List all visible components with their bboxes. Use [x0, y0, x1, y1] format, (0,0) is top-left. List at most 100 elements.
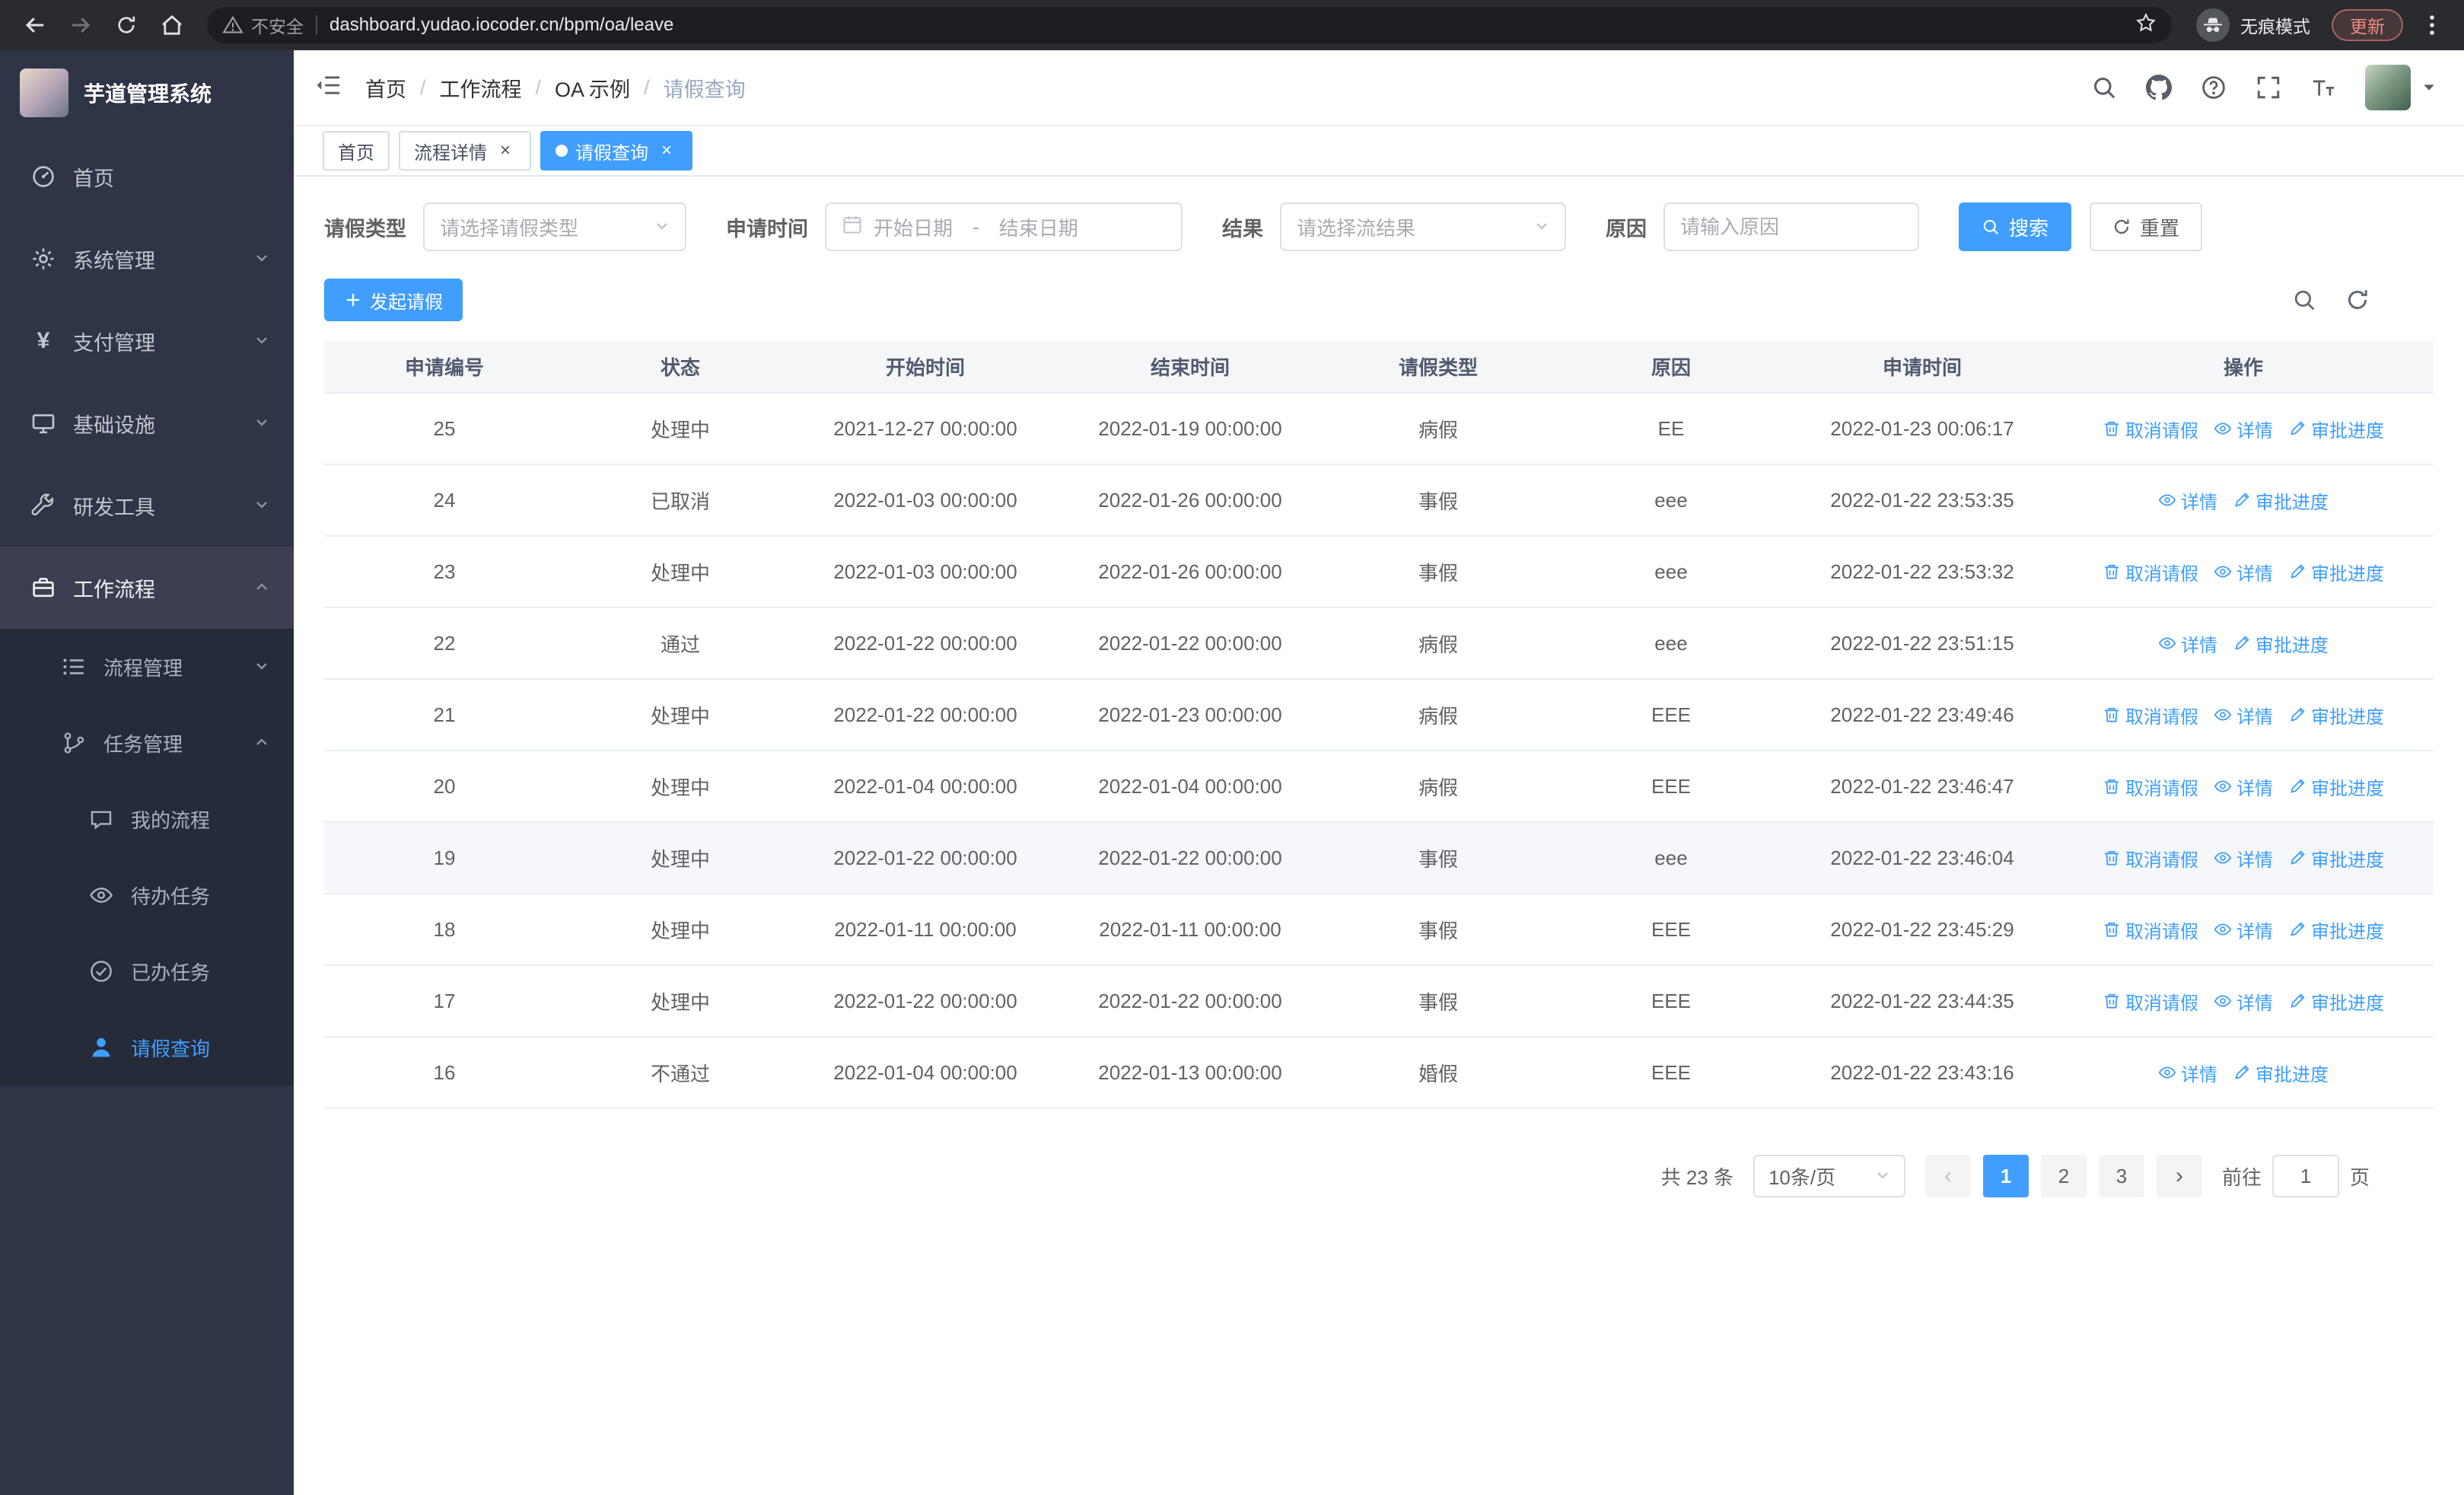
- sidebar-collapse-icon[interactable]: [315, 72, 341, 104]
- cancel-action-link[interactable]: 取消请假: [2103, 988, 2198, 1015]
- detail-action-link[interactable]: 详情: [2158, 487, 2217, 514]
- tab-home[interactable]: 首页: [323, 131, 390, 171]
- sidebar-item-my-process[interactable]: 我的流程: [0, 781, 294, 857]
- prev-page-button[interactable]: ‹: [1924, 1155, 1971, 1197]
- browser-home-button[interactable]: [152, 5, 192, 45]
- reset-button[interactable]: 重置: [2090, 202, 2203, 251]
- breadcrumb-item[interactable]: 首页: [365, 73, 406, 103]
- detail-action-link[interactable]: 详情: [2214, 559, 2273, 585]
- cell-status: 处理中: [565, 536, 796, 608]
- detail-action-link[interactable]: 详情: [2214, 702, 2273, 728]
- sidebar-item-payment-mgmt[interactable]: ¥ 支付管理: [0, 300, 294, 382]
- cancel-action-link[interactable]: 取消请假: [2103, 916, 2198, 943]
- close-icon[interactable]: ×: [656, 140, 677, 161]
- user-menu[interactable]: [2365, 65, 2437, 110]
- detail-action-link[interactable]: 详情: [2214, 773, 2273, 800]
- breadcrumb-item[interactable]: OA 示例: [555, 73, 630, 103]
- site-security-indicator[interactable]: 不安全: [222, 12, 304, 38]
- close-icon[interactable]: ×: [495, 140, 516, 161]
- detail-action-link[interactable]: 详情: [2214, 916, 2273, 943]
- sidebar-item-home[interactable]: 首页: [0, 135, 294, 218]
- sidebar-item-todo-tasks[interactable]: 待办任务: [0, 857, 294, 933]
- sidebar-item-done-tasks[interactable]: 已办任务: [0, 933, 294, 1009]
- detail-action-link[interactable]: 详情: [2214, 988, 2273, 1015]
- github-icon[interactable]: [2146, 75, 2172, 100]
- action-label: 详情: [2181, 492, 2217, 513]
- progress-action-link[interactable]: 审批进度: [2288, 416, 2384, 442]
- date-range-picker[interactable]: 开始日期 - 结束日期: [825, 202, 1183, 251]
- cancel-action-link[interactable]: 取消请假: [2103, 773, 2198, 800]
- progress-action-link[interactable]: 审批进度: [2288, 916, 2384, 943]
- help-icon[interactable]: [2201, 75, 2227, 100]
- progress-action-link[interactable]: 审批进度: [2288, 559, 2384, 585]
- goto-page-input[interactable]: [2271, 1155, 2339, 1197]
- caret-down-icon: [2421, 80, 2437, 95]
- cell-end: 2022-01-26 00:00:00: [1055, 464, 1326, 537]
- leave-type-select[interactable]: 请选择请假类型: [423, 202, 686, 251]
- search-icon[interactable]: [2091, 75, 2117, 100]
- browser-forward-button[interactable]: [61, 5, 100, 45]
- sidebar-item-label: 待办任务: [131, 885, 211, 908]
- create-leave-button[interactable]: 发起请假: [324, 279, 463, 321]
- trash-icon: [2103, 992, 2121, 1010]
- table-row: 23 处理中 2022-01-03 00:00:00 2022-01-26 00:00…: [324, 536, 2434, 608]
- action-label: 详情: [2236, 778, 2273, 799]
- browser-update-button[interactable]: 更新: [2332, 9, 2403, 41]
- cancel-action-link[interactable]: 取消请假: [2103, 702, 2198, 728]
- sidebar-item-system-mgmt[interactable]: 系统管理: [0, 218, 294, 300]
- sidebar-item-dev-tools[interactable]: 研发工具: [0, 464, 294, 547]
- progress-action-link[interactable]: 审批进度: [2288, 773, 2384, 800]
- column-header: 申请时间: [1791, 341, 2053, 394]
- page-button-1[interactable]: 1: [1982, 1155, 2029, 1197]
- sidebar-item-workflow[interactable]: 工作流程: [0, 547, 294, 629]
- cell-type: 事假: [1326, 894, 1551, 966]
- trash-icon: [2103, 849, 2121, 867]
- cell-reason: EE: [1551, 393, 1791, 465]
- detail-action-link[interactable]: 详情: [2214, 416, 2273, 442]
- sidebar-item-task-mgmt[interactable]: 任务管理: [0, 705, 294, 781]
- browser-reload-button[interactable]: [107, 5, 146, 45]
- incognito-indicator: 无痕模式: [2187, 8, 2319, 42]
- tab-leave-query[interactable]: 请假查询 ×: [540, 131, 692, 171]
- trash-icon: [2103, 419, 2121, 438]
- cancel-action-link[interactable]: 取消请假: [2103, 845, 2198, 872]
- search-button[interactable]: 搜索: [1959, 202, 2072, 251]
- progress-action-link[interactable]: 审批进度: [2288, 845, 2384, 872]
- sidebar-item-process-mgmt[interactable]: 流程管理: [0, 629, 294, 705]
- fullscreen-icon[interactable]: [2255, 75, 2281, 100]
- progress-action-link[interactable]: 审批进度: [2233, 1060, 2329, 1086]
- detail-action-link[interactable]: 详情: [2214, 845, 2273, 872]
- progress-action-link[interactable]: 审批进度: [2288, 702, 2384, 728]
- breadcrumb-item[interactable]: 工作流程: [440, 73, 522, 103]
- hide-search-icon[interactable]: [2292, 288, 2316, 312]
- sidebar-item-infrastructure[interactable]: 基础设施: [0, 382, 294, 464]
- cancel-action-link[interactable]: 取消请假: [2103, 559, 2198, 585]
- tab-process-detail[interactable]: 流程详情 ×: [399, 131, 531, 171]
- page-button-2[interactable]: 2: [2040, 1155, 2087, 1197]
- progress-action-link[interactable]: 审批进度: [2288, 988, 2384, 1015]
- result-select[interactable]: 请选择流结果: [1280, 202, 1566, 251]
- detail-action-link[interactable]: 详情: [2158, 1060, 2217, 1086]
- progress-action-link[interactable]: 审批进度: [2233, 630, 2329, 657]
- cancel-action-link[interactable]: 取消请假: [2103, 416, 2198, 442]
- trash-icon: [2103, 563, 2121, 581]
- next-page-button[interactable]: ›: [2156, 1155, 2202, 1197]
- reason-input[interactable]: [1680, 215, 1904, 239]
- cell-actions: 取消请假 详情 审批进度: [2053, 679, 2434, 751]
- address-bar[interactable]: 不安全 dashboard.yudao.iocoder.cn/bpm/oa/le…: [207, 7, 2172, 43]
- cell-end: 2022-01-26 00:00:00: [1055, 536, 1326, 608]
- detail-action-link[interactable]: 详情: [2158, 630, 2217, 657]
- font-size-icon[interactable]: [2310, 75, 2336, 100]
- page-button-3[interactable]: 3: [2098, 1155, 2144, 1197]
- refresh-icon[interactable]: [2345, 288, 2370, 312]
- browser-back-button[interactable]: [15, 5, 55, 45]
- refresh-icon: [2112, 218, 2131, 236]
- progress-action-link[interactable]: 审批进度: [2233, 487, 2329, 514]
- bookmark-star-icon[interactable]: [2135, 12, 2157, 39]
- sidebar-item-leave-query[interactable]: 请假查询: [0, 1009, 294, 1085]
- page-size-select[interactable]: 10条/页: [1752, 1155, 1905, 1197]
- browser-menu-icon[interactable]: [2415, 13, 2449, 37]
- cell-reason: EEE: [1551, 751, 1791, 823]
- action-label: 详情: [2236, 993, 2273, 1014]
- incognito-spy-icon[interactable]: [2196, 8, 2230, 42]
